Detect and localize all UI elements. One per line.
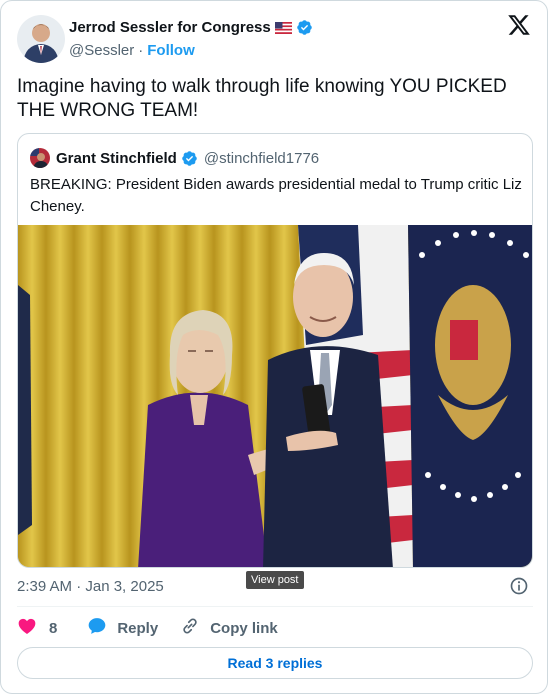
view-post-tooltip: View post <box>246 571 304 589</box>
like-count: 8 <box>49 619 58 637</box>
author-handle[interactable]: @Sessler <box>69 42 134 59</box>
quoted-author-handle: @stinchfield1776 <box>203 149 320 167</box>
post-text: Imagine having to walk through life know… <box>17 76 507 121</box>
heart-icon <box>17 616 37 640</box>
divider <box>17 606 533 607</box>
embedded-post-card: Jerrod Sessler for Congress @Sessler · F… <box>0 0 548 694</box>
quoted-post-text: BREAKING: President Biden awards preside… <box>30 176 522 215</box>
like-button[interactable]: 8 <box>17 616 57 640</box>
author-name-row: Jerrod Sessler for Congress <box>69 17 313 37</box>
reply-bubble-icon <box>87 616 107 640</box>
author-name[interactable]: Jerrod Sessler for Congress <box>69 19 271 36</box>
follow-button[interactable]: Follow <box>147 42 195 59</box>
author-block: Jerrod Sessler for Congress @Sessler · F… <box>69 17 313 60</box>
info-icon[interactable] <box>509 576 529 596</box>
author-avatar[interactable] <box>17 15 65 63</box>
separator-dot: · <box>138 41 144 59</box>
post-timestamp[interactable]: 2:39 AM · Jan 3, 2025 <box>17 578 164 595</box>
reply-button[interactable]: Reply <box>87 616 158 640</box>
handle-row: @Sessler · Follow <box>69 40 313 60</box>
link-icon <box>180 616 200 640</box>
verified-badge-icon <box>181 150 198 167</box>
flag-us-icon <box>274 21 292 34</box>
verified-badge-icon <box>296 19 313 36</box>
quoted-author-name: Grant Stinchfield <box>56 149 177 167</box>
copy-link-button[interactable]: Copy link <box>180 616 278 640</box>
quoted-author-avatar <box>30 148 50 168</box>
reply-label: Reply <box>117 619 159 637</box>
quoted-post-header: Grant Stinchfield @stinchfield1776 <box>30 148 319 168</box>
read-replies-button[interactable]: Read 3 replies <box>17 647 533 679</box>
quoted-post-photo[interactable] <box>18 225 532 567</box>
action-bar: 8 Reply Copy link <box>17 615 278 641</box>
copy-link-label: Copy link <box>210 619 278 637</box>
quoted-post[interactable]: Grant Stinchfield @stinchfield1776 BREAK… <box>17 133 533 568</box>
x-logo-icon[interactable] <box>507 13 531 37</box>
